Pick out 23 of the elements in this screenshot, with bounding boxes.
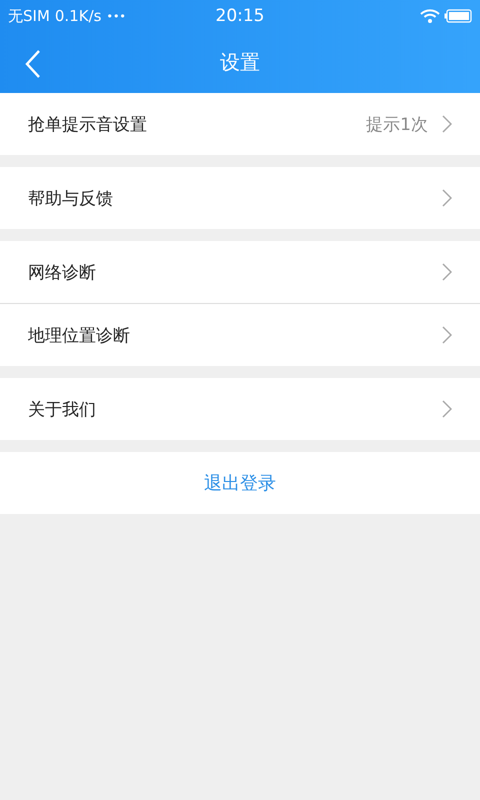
chevron-icon xyxy=(442,115,452,133)
row-label: 帮助与反馈 xyxy=(28,188,113,210)
chevron-icon xyxy=(442,326,452,344)
chevron-icon xyxy=(442,400,452,418)
chevron-icon xyxy=(442,263,452,281)
row-label: 抢单提示音设置 xyxy=(28,114,147,136)
network-speed: 0.1K/s xyxy=(54,7,102,25)
clock-time: 20:15 xyxy=(216,6,264,26)
row-label: 地理位置诊断 xyxy=(28,324,130,346)
settings-row[interactable]: 网络诊断 xyxy=(0,241,480,303)
settings-row[interactable]: 地理位置诊断 xyxy=(0,303,480,366)
row-value: 提示1次 xyxy=(366,114,428,136)
row-label: 网络诊断 xyxy=(28,262,96,284)
settings-row[interactable]: 关于我们 xyxy=(0,378,480,440)
settings-row[interactable]: 帮助与反馈 xyxy=(0,167,480,229)
more-dots: ••• xyxy=(106,10,126,22)
wifi-icon xyxy=(420,9,440,23)
page-title: 设置 xyxy=(220,49,260,76)
carrier-text: 无SIM xyxy=(8,6,50,26)
chevron-icon xyxy=(442,189,452,207)
settings-row[interactable]: 抢单提示音设置 提示1次 xyxy=(0,93,480,155)
row-label: 关于我们 xyxy=(28,398,96,420)
battery-icon xyxy=(444,9,472,23)
